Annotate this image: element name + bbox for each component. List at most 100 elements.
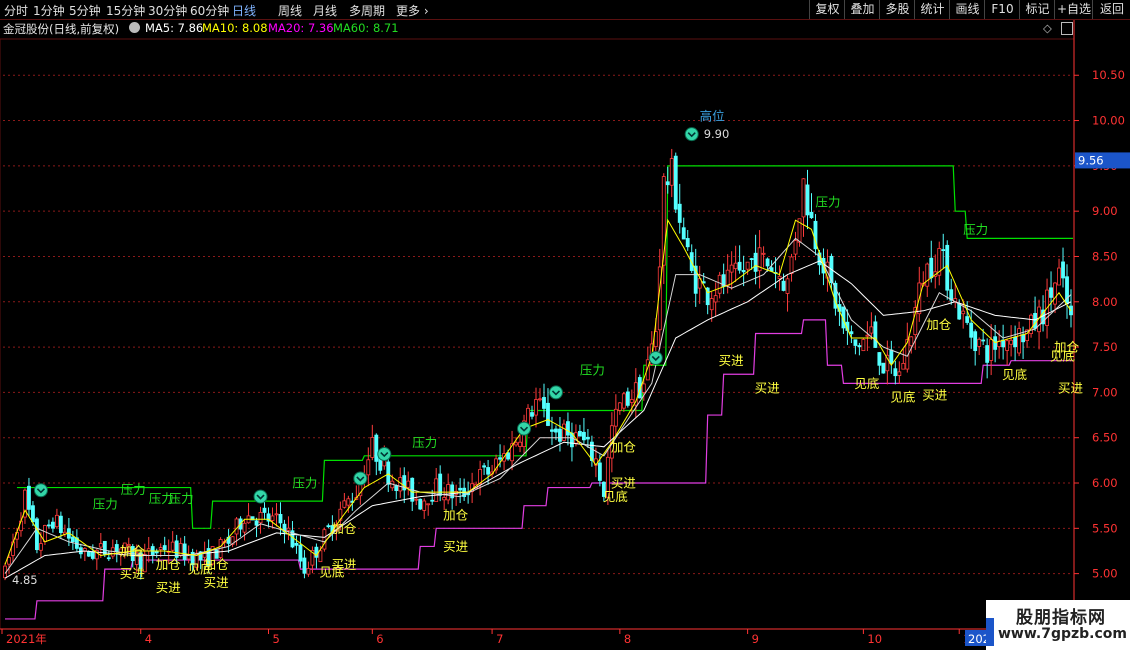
candle-body xyxy=(857,345,862,348)
signal-marker-icon xyxy=(684,127,699,142)
candle-body xyxy=(1009,339,1014,345)
candle-body xyxy=(901,362,906,370)
candle-body xyxy=(7,557,11,565)
signal-marker-icon xyxy=(648,350,663,365)
signal-label: 买进 xyxy=(755,380,781,395)
pressure-label: 压力 xyxy=(963,222,988,237)
high-position-label: 高位 xyxy=(700,109,725,124)
x-month-label: 2021年 xyxy=(6,632,47,646)
candle-body xyxy=(486,467,491,475)
candle-body xyxy=(422,500,427,511)
candle-body xyxy=(366,459,371,476)
pressure-label: 压力 xyxy=(93,496,118,511)
candle-body xyxy=(641,383,646,393)
candle-body xyxy=(158,547,163,550)
signal-label: 加仓 xyxy=(443,507,469,522)
x-month-label: 8 xyxy=(624,632,631,646)
candle-body xyxy=(242,522,247,533)
candle-body xyxy=(286,527,291,531)
candle-body xyxy=(258,512,263,524)
candle-body xyxy=(50,521,55,529)
candle-body xyxy=(793,240,798,255)
candle-body xyxy=(677,203,682,223)
candle-body xyxy=(621,393,626,409)
pressure-label: 压力 xyxy=(169,491,194,506)
candle-body xyxy=(394,485,399,492)
signal-label: 买进 xyxy=(922,388,948,403)
candle-body xyxy=(546,402,550,426)
candle-body xyxy=(893,368,898,377)
candle-body xyxy=(785,278,790,294)
candle-body xyxy=(114,544,119,552)
candle-body xyxy=(86,551,91,557)
pressure-label: 压力 xyxy=(292,476,317,491)
candle-body xyxy=(154,551,159,554)
candle-body xyxy=(681,227,686,240)
signal-label: 见底 xyxy=(603,489,628,504)
candle-body xyxy=(70,536,75,543)
candle-body xyxy=(578,430,582,437)
candle-body xyxy=(729,264,734,273)
candle-body xyxy=(625,391,630,406)
candle-body xyxy=(98,543,103,548)
candle-body xyxy=(162,545,167,550)
candle-body xyxy=(765,258,770,267)
candle-body xyxy=(514,442,518,446)
candle-body xyxy=(78,547,83,555)
candle-body xyxy=(558,428,562,442)
candle-body xyxy=(39,543,43,551)
current-price-label: 9.56 xyxy=(1078,153,1104,167)
signal-marker-icon xyxy=(253,489,268,504)
candle-body xyxy=(781,280,786,291)
candle-body xyxy=(669,158,674,186)
x-month-label: 4 xyxy=(145,632,152,646)
candle-body xyxy=(965,316,970,323)
candle-body xyxy=(969,322,974,338)
candle-body xyxy=(566,421,570,436)
candle-body xyxy=(957,303,962,320)
candle-body xyxy=(31,505,35,523)
candle-body xyxy=(789,256,794,274)
candle-body xyxy=(725,269,730,287)
candle-body xyxy=(585,436,590,440)
y-tick-label: 10.50 xyxy=(1092,68,1125,82)
candle-body xyxy=(597,462,602,481)
candle-body xyxy=(709,298,714,311)
ma-white-line xyxy=(4,260,1072,579)
candlestick-chart[interactable]: 5.005.506.006.507.007.508.008.509.009.50… xyxy=(0,0,1130,650)
signal-label: 买进 xyxy=(156,580,182,595)
candle-body xyxy=(498,457,502,460)
candle-body xyxy=(745,261,750,270)
candle-body xyxy=(1049,287,1053,298)
candle-body xyxy=(989,339,994,361)
candle-body xyxy=(90,551,95,559)
candle-body xyxy=(322,529,327,550)
signal-label: 加仓 xyxy=(156,557,182,572)
x-month-label: 9 xyxy=(752,632,759,646)
candle-body xyxy=(717,274,722,294)
watermark: 股朋指标网 www.7gpzb.com xyxy=(986,600,1130,650)
candle-body xyxy=(961,310,966,315)
candle-body xyxy=(741,270,746,273)
signal-label: 买进 xyxy=(1058,380,1084,395)
x-month-label: 6 xyxy=(376,632,383,646)
candle-body xyxy=(733,262,738,270)
candle-body xyxy=(426,503,431,506)
candle-body xyxy=(346,498,351,506)
candle-body xyxy=(274,513,279,516)
signal-label: 加仓 xyxy=(611,439,637,454)
signal-marker-icon xyxy=(548,385,563,400)
candle-body xyxy=(1061,261,1065,279)
candle-body xyxy=(542,397,546,409)
candle-body xyxy=(753,252,758,272)
y-tick-label: 7.00 xyxy=(1092,385,1118,399)
candle-body xyxy=(342,500,347,508)
candle-body xyxy=(262,507,267,513)
candle-body xyxy=(302,557,307,574)
candle-body xyxy=(737,261,742,271)
candle-body xyxy=(897,371,902,376)
candle-body xyxy=(478,469,483,484)
signal-marker-icon xyxy=(517,421,532,436)
candle-body xyxy=(458,487,463,491)
candle-body xyxy=(386,461,391,485)
